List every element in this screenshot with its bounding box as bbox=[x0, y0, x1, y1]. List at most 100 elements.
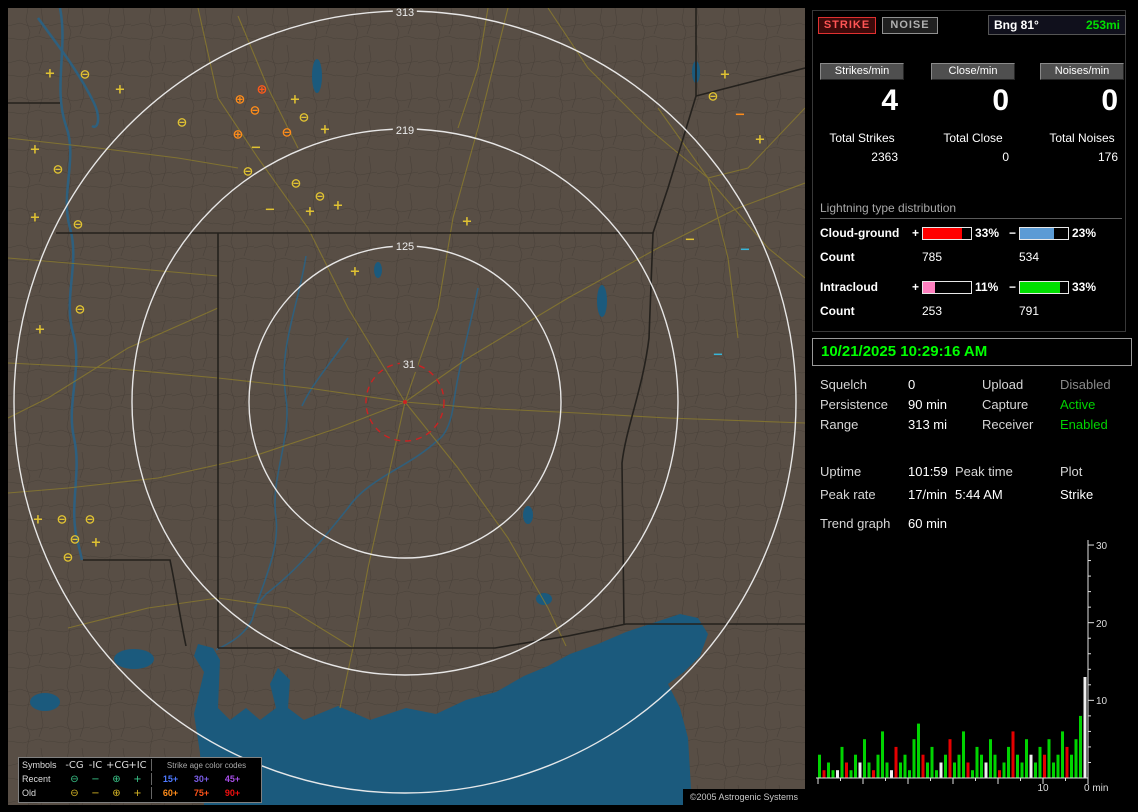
trend-bar bbox=[890, 770, 893, 778]
strike-symbol-ic-pos: + bbox=[320, 124, 331, 137]
trend-bars bbox=[818, 677, 1087, 778]
trend-bar bbox=[989, 739, 992, 778]
strike-symbol-cg-neg: ⊖ bbox=[315, 191, 326, 204]
count-label: Count bbox=[820, 250, 855, 264]
trend-bar bbox=[908, 770, 911, 778]
strike-symbol-cg-neg: ⊖ bbox=[73, 219, 84, 232]
strike-symbol-ic-neg: − bbox=[735, 109, 746, 122]
trend-bar bbox=[1070, 755, 1073, 778]
trend-bar bbox=[872, 770, 875, 778]
ring-label-31: 31 bbox=[400, 359, 418, 372]
peak-time-label: Peak time bbox=[955, 464, 1013, 479]
trend-bar bbox=[1084, 677, 1087, 778]
settings-row-1: Squelch 0 Upload Disabled bbox=[812, 377, 1124, 393]
trend-bar bbox=[881, 731, 884, 778]
noises-per-min-value: 0 bbox=[1101, 85, 1118, 117]
trend-bar bbox=[935, 770, 938, 778]
noises-per-min-button[interactable]: Noises/min bbox=[1040, 63, 1124, 80]
plus-sign: + bbox=[912, 226, 919, 240]
legend-old-label: Old bbox=[22, 788, 64, 798]
strike-symbol-ic-pos: + bbox=[33, 514, 44, 527]
strike-symbol-ic-pos: + bbox=[35, 324, 46, 337]
uptime-value: 101:59 bbox=[908, 464, 948, 479]
squelch-label: Squelch bbox=[820, 377, 867, 392]
legend-header-row: Symbols -CG -IC +CG +IC Strike age color… bbox=[19, 758, 261, 772]
trend-bar bbox=[949, 739, 952, 778]
trend-bar bbox=[967, 763, 970, 779]
squelch-value: 0 bbox=[908, 377, 915, 392]
strike-symbol-cg-neg: ⊖ bbox=[85, 514, 96, 527]
strike-symbol-cg-neg: ⊖ bbox=[63, 552, 74, 565]
range-value: 313 mi bbox=[908, 417, 947, 432]
bearing-value: Bng 81° bbox=[994, 18, 1039, 32]
strike-indicator[interactable]: STRIKE bbox=[818, 17, 876, 34]
trend-bar bbox=[1061, 731, 1064, 778]
trend-bar bbox=[940, 763, 943, 779]
range-label: Range bbox=[820, 417, 858, 432]
settings-row-3: Range 313 mi Receiver Enabled bbox=[812, 417, 1124, 433]
total-close-value: 0 bbox=[1002, 150, 1009, 164]
trend-graph: 30 20 10 10 0 min bbox=[812, 532, 1124, 796]
trend-graph-label: Trend graph bbox=[820, 516, 890, 531]
trend-bar bbox=[917, 724, 920, 778]
peak-time-value: 5:44 AM bbox=[955, 487, 1003, 502]
distribution-title: Lightning type distribution bbox=[820, 201, 1122, 219]
age-60: 60+ bbox=[155, 788, 186, 798]
trend-bar bbox=[926, 763, 929, 779]
trend-bar bbox=[868, 763, 871, 779]
plot-label: Plot bbox=[1060, 464, 1082, 479]
strike-symbol-ic-neg: − bbox=[713, 349, 724, 362]
ic-positive-fill bbox=[923, 282, 935, 293]
ic-negative-count: 791 bbox=[1019, 304, 1039, 318]
strikes-per-min-button[interactable]: Strikes/min bbox=[820, 63, 904, 80]
recent-neg-cg-icon: ⊖ bbox=[64, 774, 85, 785]
cg-negative-fill bbox=[1020, 228, 1054, 239]
trend-bar bbox=[953, 763, 956, 779]
trend-bar bbox=[841, 747, 844, 778]
strike-symbol-cg-neg: ⊖ bbox=[291, 178, 302, 191]
trend-bar bbox=[1043, 755, 1046, 778]
trend-bar bbox=[836, 770, 839, 778]
count-label: Count bbox=[820, 304, 855, 318]
old-pos-ic-icon: + bbox=[127, 788, 148, 799]
status-panel: STRIKE NOISE Bng 81° 253mi Strikes/min 4… bbox=[812, 8, 1130, 805]
close-per-min-button[interactable]: Close/min bbox=[931, 63, 1015, 80]
legend-old-row: Old ⊖ − ⊕ + 60+ 75+ 90+ bbox=[19, 786, 261, 800]
ring-label-219: 219 bbox=[393, 125, 417, 138]
noise-indicator[interactable]: NOISE bbox=[882, 17, 938, 34]
trend-bar bbox=[859, 763, 862, 779]
age-45: 45+ bbox=[217, 774, 248, 784]
intracloud-count-row: Count 253 791 bbox=[812, 304, 1124, 319]
ytick-30: 30 bbox=[1096, 541, 1108, 552]
trend-bar bbox=[962, 731, 965, 778]
cloud-ground-row: Cloud-ground + 33% − 23% bbox=[812, 226, 1124, 241]
strike-symbol-cg-neg: ⊖ bbox=[243, 166, 254, 179]
cloud-ground-count-row: Count 785 534 bbox=[812, 250, 1124, 265]
cloud-ground-label: Cloud-ground bbox=[820, 226, 899, 240]
age-90: 90+ bbox=[217, 788, 248, 798]
ring-label-313: 313 bbox=[393, 8, 417, 20]
copyright-text: ©2005 Astrogenic Systems bbox=[683, 789, 805, 805]
strike-symbol-ic-neg: − bbox=[740, 244, 751, 257]
minus-sign: − bbox=[1009, 226, 1016, 240]
cg-positive-bar bbox=[922, 227, 972, 240]
trend-bar bbox=[980, 755, 983, 778]
settings-row-2: Persistence 90 min Capture Active bbox=[812, 397, 1124, 413]
persistence-value: 90 min bbox=[908, 397, 947, 412]
total-strikes-value: 2363 bbox=[871, 150, 898, 164]
strike-symbol-ic-pos: + bbox=[290, 94, 301, 107]
trend-bar bbox=[922, 755, 925, 778]
strike-symbol-ic-pos: + bbox=[462, 216, 473, 229]
trend-bar bbox=[931, 747, 934, 778]
cg-negative-bar bbox=[1019, 227, 1069, 240]
lightning-map[interactable]: +⊖+⊕⊕⊖+⊖⊖⊕⊖+−+⊖⊖⊖⊖++−+⊖++−−⊖+−+⊖⊖⊖+⊖+⊖−+… bbox=[8, 8, 805, 805]
peak-rate-label: Peak rate bbox=[820, 487, 876, 502]
trend-graph-row: Trend graph 60 min bbox=[812, 516, 1124, 532]
trend-window-value: 60 min bbox=[908, 516, 947, 531]
ring-label-125: 125 bbox=[393, 241, 417, 254]
strike-symbol-cg-neg: ⊖ bbox=[80, 69, 91, 82]
legend-divider bbox=[151, 787, 152, 799]
strike-symbol-ic-pos: + bbox=[305, 206, 316, 219]
intracloud-row: Intracloud + 11% − 33% bbox=[812, 280, 1124, 295]
ic-negative-pct: 33% bbox=[1072, 280, 1096, 294]
